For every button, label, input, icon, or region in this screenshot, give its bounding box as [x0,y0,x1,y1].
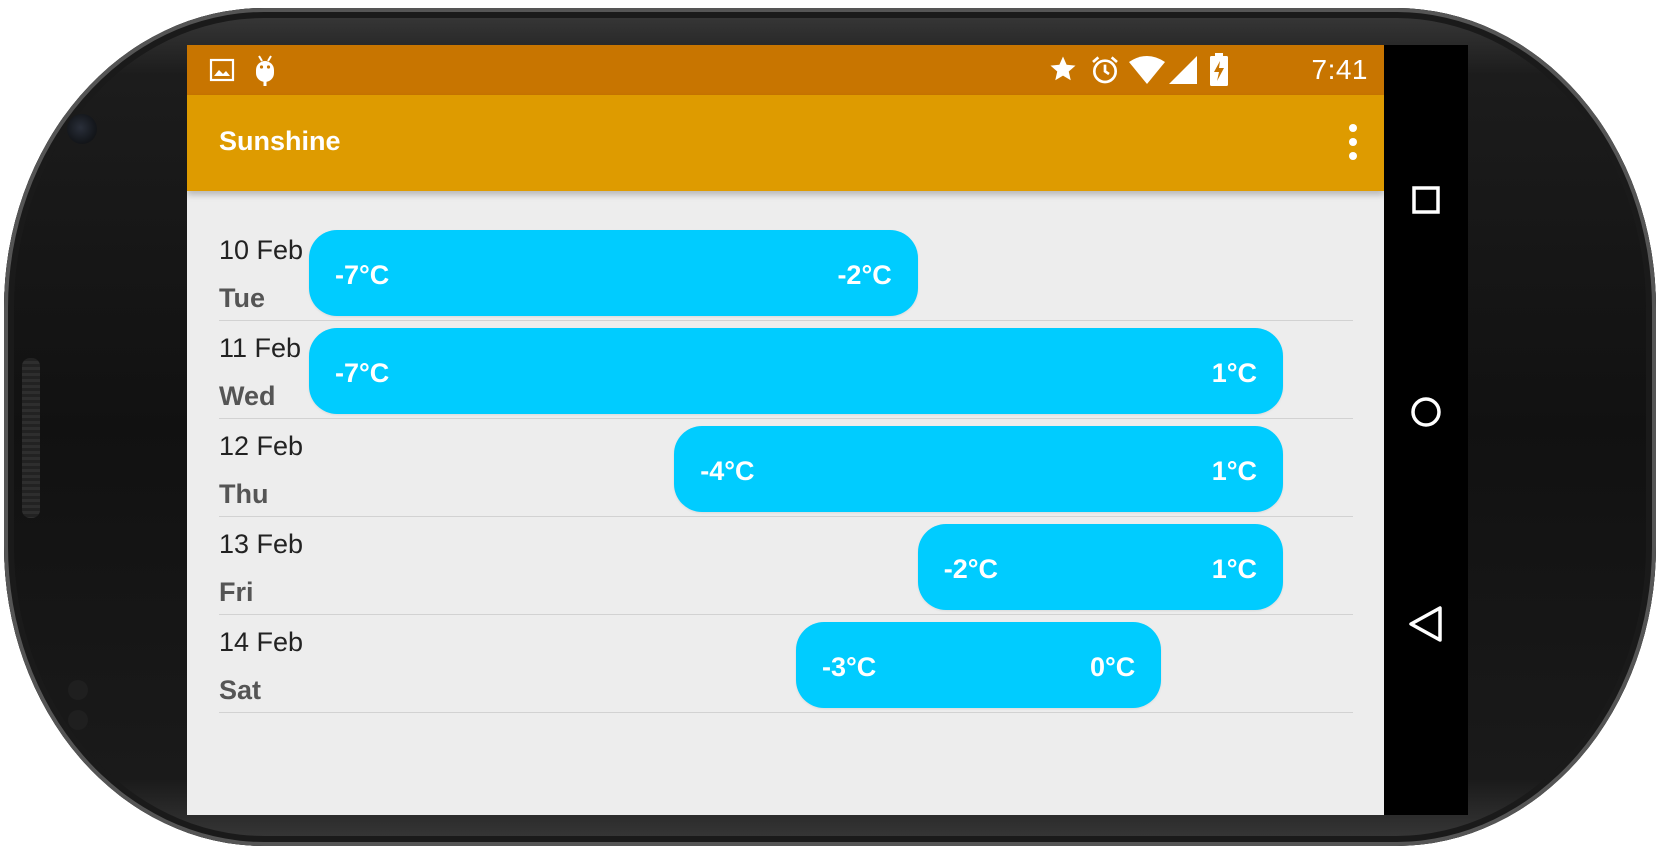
navigation-bar [1384,45,1468,815]
forecast-day: Fri [219,577,254,607]
forecast-day: Thu [219,479,269,509]
forecast-day: Wed [219,381,276,411]
forecast-row[interactable]: 14 Feb Sat -3°C 0°C [219,615,1353,713]
low-temperature: -4°C [700,456,755,486]
sensor-dot [68,680,88,700]
overflow-menu-button[interactable] [1337,121,1369,163]
forecast-date: 13 Feb [219,529,304,559]
forecast-row[interactable]: 11 Feb Wed -7°C 1°C [219,321,1353,419]
alarm-icon [1092,56,1118,84]
high-temperature: 1°C [1211,554,1257,584]
battery-charging-icon [1210,53,1228,86]
low-temperature: -2°C [943,554,999,584]
recents-button[interactable] [1398,172,1454,228]
forecast-date: 11 Feb [219,333,302,363]
forecast-date: 14 Feb [219,627,304,657]
high-temperature: -2°C [837,260,892,290]
recents-icon [1412,186,1440,214]
temperature-range-bar: -2°C 1°C [917,524,1283,610]
back-icon [1409,606,1442,642]
home-button[interactable] [1398,384,1454,440]
low-temperature: -7°C [335,358,390,388]
screen: 7:41 Sunshine 10 Feb Tue -7°C -2°C 11 Fe… [187,45,1384,815]
temperature-range-bar: -7°C 1°C [309,328,1283,414]
temperature-range-bar: -3°C 0°C [796,622,1162,708]
temperature-range-bar: -7°C -2°C [309,230,918,316]
forecast-row[interactable]: 12 Feb Thu -4°C 1°C [219,419,1353,517]
clock-time: 7:41 [1311,54,1368,85]
forecast-date: 12 Feb [219,431,304,461]
low-temperature: -7°C [335,260,390,290]
high-temperature: 1°C [1211,358,1257,388]
app-bar: Sunshine [187,95,1384,191]
star-icon [1050,56,1076,81]
forecast-row[interactable]: 10 Feb Tue -7°C -2°C [219,223,1353,321]
back-button[interactable] [1398,596,1454,652]
cell-signal-icon [1169,56,1197,84]
forecast-list: 10 Feb Tue -7°C -2°C 11 Feb Wed -7°C 1°C… [219,223,1353,713]
android-debug-icon [256,55,274,86]
more-vert-icon [1349,124,1357,160]
high-temperature: 0°C [1089,652,1136,682]
home-icon [1411,397,1441,427]
wifi-icon [1129,56,1165,84]
image-icon [209,58,235,82]
low-temperature: -3°C [822,652,877,682]
front-camera [67,114,97,144]
status-bar: 7:41 [187,45,1384,95]
forecast-date: 10 Feb [219,235,304,265]
high-temperature: 1°C [1211,456,1257,486]
app-title: Sunshine [219,126,341,156]
forecast-day: Sat [219,675,262,705]
forecast-row[interactable]: 13 Feb Fri -2°C 1°C [219,517,1353,615]
temperature-range-bar: -4°C 1°C [674,426,1283,512]
sensor-dot [68,710,88,730]
speaker-grille [22,358,40,518]
forecast-day: Tue [219,283,265,313]
